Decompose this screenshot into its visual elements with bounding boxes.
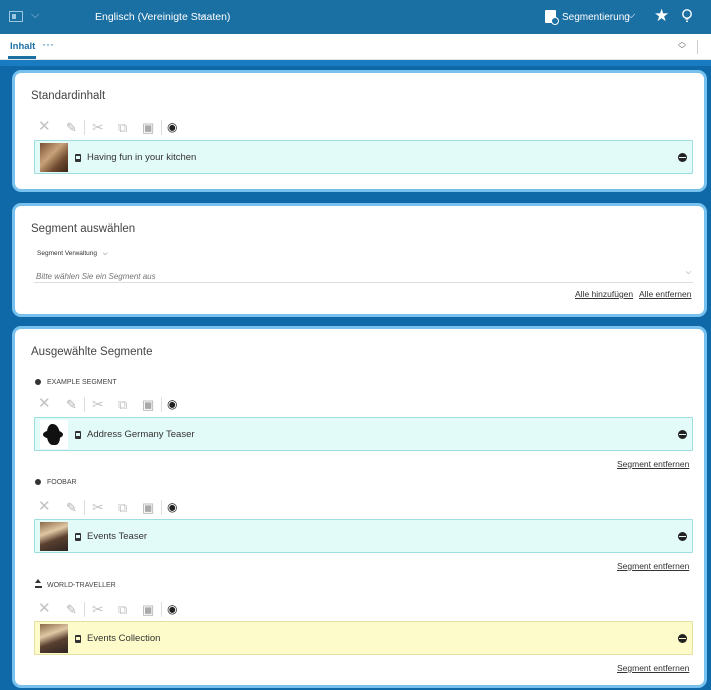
- segment-heading: WORLD-TRAVELLER: [35, 579, 116, 589]
- preview-eye-icon[interactable]: ◉: [167, 500, 177, 515]
- divider: [161, 602, 162, 617]
- delete-icon[interactable]: ✕: [38, 119, 51, 134]
- paste-icon[interactable]: ▣: [142, 397, 154, 412]
- item-label: Events Teaser: [87, 531, 148, 542]
- events-thumbnail: [40, 522, 68, 551]
- lightbulb-icon[interactable]: [681, 9, 693, 23]
- document-icon: [75, 154, 81, 162]
- delete-icon[interactable]: ✕: [38, 601, 51, 616]
- chevron-down-icon[interactable]: ⌵: [686, 269, 691, 277]
- segment-source-dropdown[interactable]: Segment Verwaltung ⌵: [37, 250, 108, 258]
- paste-icon[interactable]: ▣: [142, 602, 154, 617]
- segment-name: FOOBAR: [47, 479, 77, 486]
- chevron-down-icon[interactable]: ⌵: [31, 9, 39, 22]
- item-label: Having fun in your kitchen: [87, 152, 197, 163]
- segment-search-input[interactable]: [34, 269, 654, 281]
- segment-name: WORLD-TRAVELLER: [47, 582, 116, 589]
- cut-icon[interactable]: ✂: [92, 602, 104, 617]
- segment-select-field[interactable]: ⌵: [34, 266, 693, 283]
- house-icon: [35, 579, 42, 588]
- content-item[interactable]: Address Germany Teaser: [34, 417, 693, 451]
- copy-icon[interactable]: ⧉: [118, 602, 127, 617]
- remove-segment-link[interactable]: Segment entfernen: [617, 459, 689, 469]
- default-content-card: Standardinhalt ✕ ✎ ✂ ⧉ ▣ ◉ Having fun in…: [12, 70, 707, 192]
- remove-segment-link[interactable]: Segment entfernen: [617, 663, 689, 673]
- dropdown-label: Segment Verwaltung: [37, 250, 97, 257]
- remove-all-link[interactable]: Alle entfernen: [639, 289, 691, 299]
- collection-icon: [75, 635, 81, 643]
- collapse-expand-icon[interactable]: ︿ ﹀: [676, 38, 688, 54]
- selected-segments-card: Ausgewählte Segmente EXAMPLE SEGMENT ✕ ✎…: [12, 326, 707, 688]
- select-segment-card: Segment auswählen Segment Verwaltung ⌵ ⌵…: [12, 203, 707, 317]
- star-icon[interactable]: ★: [654, 6, 669, 26]
- segmentation-icon[interactable]: [545, 10, 559, 25]
- active-tab-indicator: [8, 56, 36, 59]
- germany-map-thumbnail: [40, 420, 68, 449]
- globe-icon[interactable]: [678, 634, 687, 643]
- main-content[interactable]: Standardinhalt ✕ ✎ ✂ ⧉ ▣ ◉ Having fun in…: [0, 60, 711, 690]
- preview-eye-icon[interactable]: ◉: [167, 602, 177, 617]
- copy-icon[interactable]: ⧉: [118, 500, 127, 515]
- kitchen-thumbnail: [40, 143, 68, 172]
- top-bar: ⌵ Englisch (Vereinigte Staaten) ⌵ Segmen…: [0, 0, 711, 34]
- tab-bar: Inhalt ··· ︿ ﹀: [0, 34, 711, 60]
- card-title: Segment auswählen: [31, 223, 136, 235]
- globe-icon[interactable]: [678, 532, 687, 541]
- content-item[interactable]: Having fun in your kitchen: [34, 140, 693, 174]
- edit-icon[interactable]: ✎: [66, 397, 77, 412]
- cut-icon[interactable]: ✂: [92, 500, 104, 515]
- segment-heading: FOOBAR: [35, 479, 77, 486]
- card-title: Ausgewählte Segmente: [31, 346, 153, 358]
- divider: [84, 397, 85, 412]
- item-label: Address Germany Teaser: [87, 429, 195, 440]
- segment-icon: [35, 379, 41, 385]
- delete-icon[interactable]: ✕: [38, 499, 51, 514]
- divider: [161, 397, 162, 412]
- edit-icon[interactable]: ✎: [66, 500, 77, 515]
- content-item[interactable]: Events Teaser: [34, 519, 693, 553]
- delete-icon[interactable]: ✕: [38, 396, 51, 411]
- copy-icon[interactable]: ⧉: [118, 120, 127, 135]
- item-label: Events Collection: [87, 633, 161, 644]
- edit-icon[interactable]: ✎: [66, 120, 77, 135]
- cut-icon[interactable]: ✂: [92, 120, 104, 135]
- paste-icon[interactable]: ▣: [142, 500, 154, 515]
- segment-heading: EXAMPLE SEGMENT: [35, 379, 117, 386]
- paste-icon[interactable]: ▣: [142, 120, 154, 135]
- divider: [697, 40, 698, 54]
- copy-icon[interactable]: ⧉: [118, 397, 127, 412]
- document-icon: [75, 431, 81, 439]
- more-tabs-button[interactable]: ···: [42, 37, 54, 51]
- language-selector[interactable]: Englisch (Vereinigte Staaten): [95, 11, 230, 23]
- divider: [84, 500, 85, 515]
- document-icon: [75, 533, 81, 541]
- chevron-down-icon[interactable]: ⌵: [198, 9, 206, 22]
- segmentation-button[interactable]: Segmentierung: [562, 12, 630, 23]
- divider: [161, 500, 162, 515]
- divider: [84, 120, 85, 135]
- tab-inhalt[interactable]: Inhalt: [10, 41, 35, 52]
- preview-eye-icon[interactable]: ◉: [167, 397, 177, 412]
- segment-icon: [35, 479, 41, 485]
- divider: [84, 602, 85, 617]
- globe-icon[interactable]: [678, 430, 687, 439]
- chevron-down-icon[interactable]: ⌵: [627, 9, 635, 22]
- globe-icon[interactable]: [678, 153, 687, 162]
- preview-eye-icon[interactable]: ◉: [167, 120, 177, 135]
- card-title: Standardinhalt: [31, 90, 106, 102]
- remove-segment-link[interactable]: Segment entfernen: [617, 561, 689, 571]
- add-all-link[interactable]: Alle hinzufügen: [575, 289, 633, 299]
- cut-icon[interactable]: ✂: [92, 397, 104, 412]
- segment-name: EXAMPLE SEGMENT: [47, 379, 117, 386]
- divider: [161, 120, 162, 135]
- app-switcher-icon[interactable]: [9, 11, 23, 22]
- chevron-down-icon: ⌵: [102, 250, 108, 257]
- events-thumbnail: [40, 624, 68, 653]
- content-item[interactable]: Events Collection: [34, 621, 693, 655]
- edit-icon[interactable]: ✎: [66, 602, 77, 617]
